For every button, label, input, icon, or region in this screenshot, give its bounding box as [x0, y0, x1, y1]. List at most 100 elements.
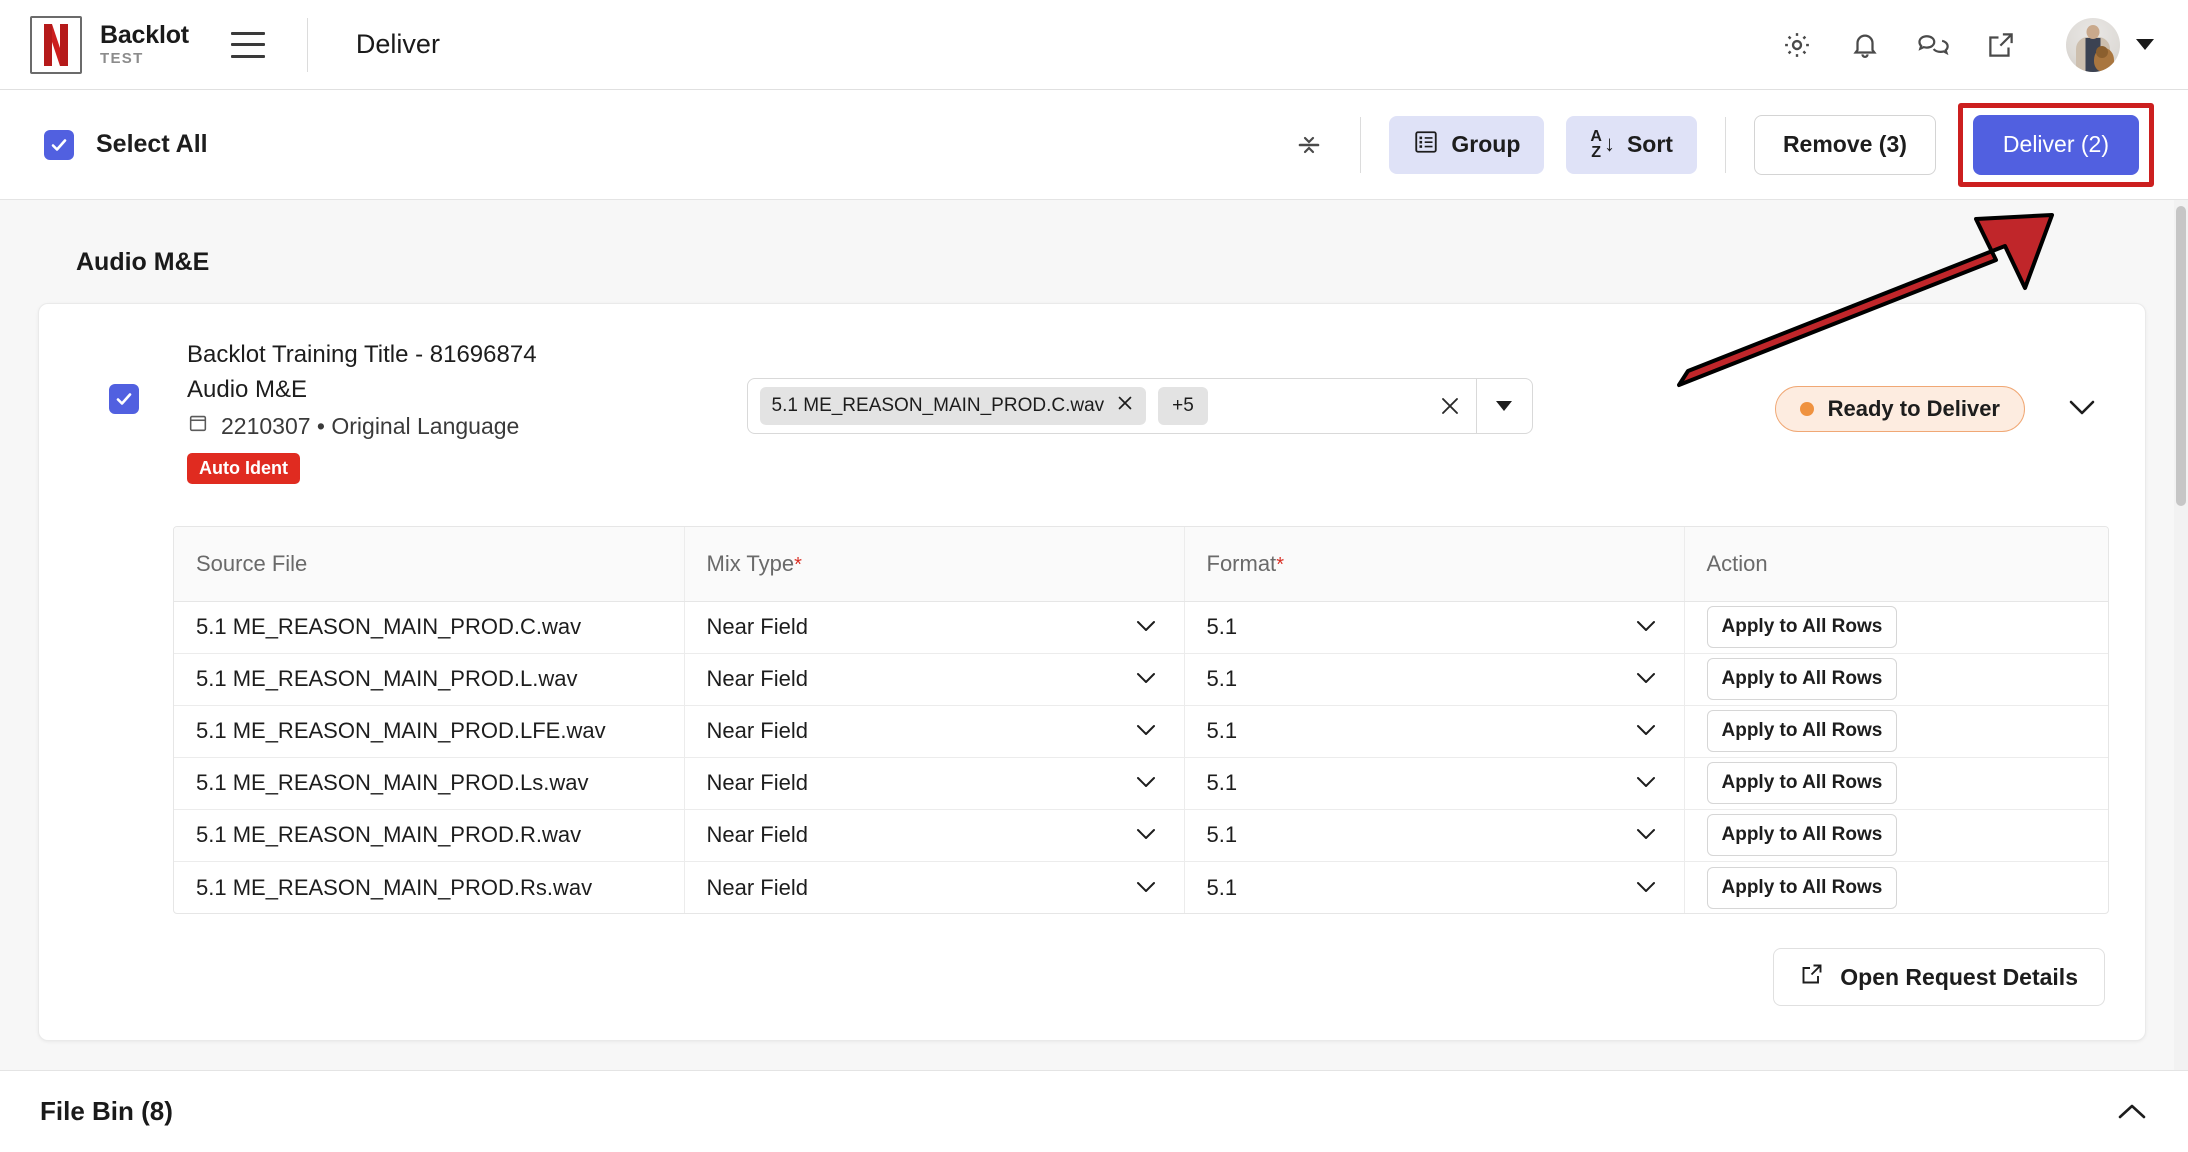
cell-mix-type[interactable]: Near Field — [684, 861, 1185, 914]
cell-format[interactable]: 5.1 — [1184, 601, 1685, 654]
apply-to-all-rows-button[interactable]: Apply to All Rows — [1706, 866, 1898, 909]
card-select-checkbox[interactable] — [109, 384, 139, 414]
file-dropdown-toggle[interactable] — [1476, 378, 1533, 434]
file-bin-collapse-icon[interactable] — [2114, 1099, 2150, 1125]
open-request-details-label: Open Request Details — [1840, 963, 2078, 990]
source-file-name: 5.1 ME_REASON_MAIN_PROD.C.wav — [196, 614, 582, 640]
chevron-down-icon — [1496, 401, 1513, 411]
chevron-down-icon[interactable] — [1134, 770, 1158, 796]
external-link-icon[interactable] — [1984, 28, 2018, 62]
bell-icon[interactable] — [1848, 28, 1882, 62]
toolbar-divider-2 — [1724, 116, 1726, 173]
apply-to-all-rows-button[interactable]: Apply to All Rows — [1706, 710, 1898, 753]
logo-n-glyph — [44, 23, 68, 66]
file-chip[interactable]: 5.1 ME_REASON_MAIN_PROD.C.wav — [759, 387, 1147, 425]
main-content-area: Audio M&E Backlot Training Title - 81696… — [0, 200, 2188, 1070]
cell-format[interactable]: 5.1 — [1184, 653, 1685, 706]
cell-format[interactable]: 5.1 — [1184, 861, 1685, 914]
collapse-expand-icon[interactable] — [1286, 122, 1332, 168]
required-asterisk: * — [1276, 553, 1284, 576]
select-all-control[interactable]: Select All — [0, 129, 208, 160]
file-bin-label: File Bin (8) — [40, 1096, 173, 1126]
source-file-name: 5.1 ME_REASON_MAIN_PROD.LFE.wav — [196, 718, 606, 744]
deliver-button-highlight: Deliver (2) — [1957, 102, 2154, 187]
apply-to-all-rows-button[interactable]: Apply to All Rows — [1706, 606, 1898, 649]
cell-format[interactable]: 5.1 — [1184, 809, 1685, 862]
mix-type-value: Near Field — [706, 614, 808, 640]
chevron-down-icon[interactable] — [1134, 666, 1158, 692]
card-title: Backlot Training Title - 81696874 — [187, 341, 537, 368]
card-id-line: 2210307 • Original Language — [187, 410, 537, 443]
chevron-down-icon[interactable] — [1634, 718, 1658, 744]
chevron-down-icon[interactable] — [1634, 614, 1658, 640]
card-select-checkbox-wrap — [109, 384, 139, 414]
nav-left-cluster: Backlot TEST Deliver — [0, 15, 440, 74]
chevron-down-icon[interactable] — [1134, 875, 1158, 901]
brand-block: Backlot TEST — [100, 22, 189, 67]
group-icon — [1413, 129, 1439, 161]
group-button[interactable]: Group — [1389, 115, 1545, 174]
open-request-details-button[interactable]: Open Request Details — [1773, 948, 2105, 1007]
user-menu[interactable] — [2066, 17, 2154, 72]
cell-mix-type[interactable]: Near Field — [684, 705, 1185, 758]
cell-mix-type[interactable]: Near Field — [684, 653, 1185, 706]
scrollbar-thumb[interactable] — [2176, 206, 2186, 506]
table-row: 5.1 ME_REASON_MAIN_PROD.L.wav Near Field 5… — [174, 653, 2108, 706]
column-header-action: Action — [1684, 526, 2108, 602]
table-row: 5.1 ME_REASON_MAIN_PROD.C.wav Near Field 5… — [174, 601, 2108, 654]
column-header-source-file: Source File — [174, 526, 685, 602]
cell-mix-type[interactable]: Near Field — [684, 757, 1185, 810]
cell-mix-type[interactable]: Near Field — [684, 601, 1185, 654]
chevron-down-icon[interactable] — [1134, 822, 1158, 848]
cell-mix-type[interactable]: Near Field — [684, 809, 1185, 862]
chat-icon[interactable] — [1916, 28, 1950, 62]
chevron-down-icon[interactable] — [1634, 822, 1658, 848]
toolbar-right-cluster: Group A Z ↓ Sort Remove (3) Deliver (2) — [1286, 102, 2188, 187]
file-bin-panel[interactable]: File Bin (8) — [0, 1070, 2188, 1152]
avatar[interactable] — [2066, 17, 2120, 72]
nav-divider — [306, 17, 308, 72]
file-chip-field[interactable]: 5.1 ME_REASON_MAIN_PROD.C.wav +5 — [746, 378, 1477, 434]
gear-icon[interactable] — [1780, 28, 1814, 62]
select-all-label: Select All — [96, 130, 208, 158]
mix-type-value: Near Field — [706, 874, 808, 900]
format-value: 5.1 — [1206, 718, 1238, 744]
chevron-down-icon[interactable] — [1134, 614, 1158, 640]
required-asterisk: * — [794, 553, 802, 576]
deliver-button[interactable]: Deliver (2) — [1972, 114, 2139, 175]
remove-button[interactable]: Remove (3) — [1753, 114, 1936, 175]
cell-action: Apply to All Rows — [1684, 861, 2108, 913]
chevron-down-icon[interactable] — [1134, 718, 1158, 744]
sort-button[interactable]: A Z ↓ Sort — [1566, 115, 1697, 174]
apply-to-all-rows-button[interactable]: Apply to All Rows — [1706, 762, 1898, 805]
cell-action: Apply to All Rows — [1684, 757, 2108, 810]
file-chip-overflow[interactable]: +5 — [1158, 387, 1208, 425]
chevron-down-icon[interactable] — [1634, 875, 1658, 901]
clear-all-files-icon[interactable] — [1438, 394, 1462, 418]
file-chip-label: 5.1 ME_REASON_MAIN_PROD.C.wav — [771, 395, 1105, 416]
cell-source-file: 5.1 ME_REASON_MAIN_PROD.R.wav — [174, 809, 685, 862]
content-scrollbar[interactable] — [2174, 200, 2188, 1070]
source-file-name: 5.1 ME_REASON_MAIN_PROD.L.wav — [196, 666, 578, 692]
group-heading-audio-print-master: Audio Print Master — [0, 1041, 2188, 1070]
chevron-down-icon[interactable] — [2136, 39, 2154, 50]
chevron-down-icon[interactable] — [1634, 666, 1658, 692]
file-chip-remove-icon[interactable] — [1116, 394, 1134, 418]
apply-to-all-rows-button[interactable]: Apply to All Rows — [1706, 658, 1898, 701]
group-heading-audio-me: Audio M&E — [76, 248, 210, 276]
card-footer: Open Request Details — [75, 948, 2109, 1007]
column-label: Source File — [196, 550, 308, 576]
select-all-checkbox[interactable] — [44, 129, 74, 160]
chevron-down-icon[interactable] — [1634, 770, 1658, 796]
cell-source-file: 5.1 ME_REASON_MAIN_PROD.Rs.wav — [174, 861, 685, 914]
status-badge: Ready to Deliver — [1774, 386, 2025, 432]
card-collapse-chevron-icon[interactable] — [2065, 394, 2099, 425]
file-selector: 5.1 ME_REASON_MAIN_PROD.C.wav +5 — [746, 378, 1533, 434]
cell-format[interactable]: 5.1 — [1184, 705, 1685, 758]
source-file-name: 5.1 ME_REASON_MAIN_PROD.Rs.wav — [196, 874, 593, 900]
cell-format[interactable]: 5.1 — [1184, 757, 1685, 810]
cell-action: Apply to All Rows — [1684, 809, 2108, 862]
hamburger-menu-icon[interactable] — [230, 31, 265, 58]
netflix-logo[interactable] — [30, 15, 82, 74]
apply-to-all-rows-button[interactable]: Apply to All Rows — [1706, 814, 1898, 857]
